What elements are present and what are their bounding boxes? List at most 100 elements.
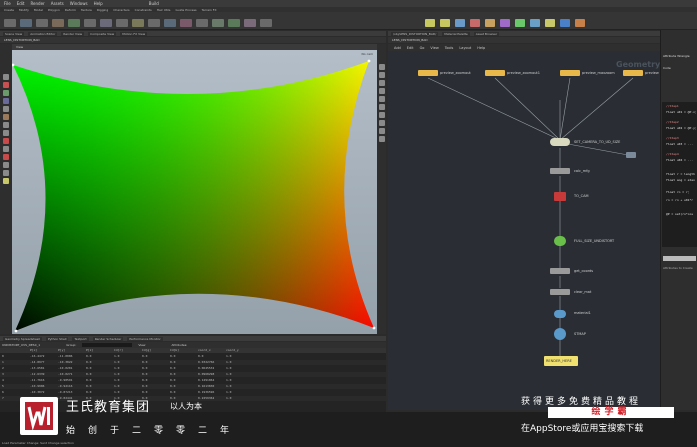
tab-geometry-spreadsheet[interactable]: Geometry Spreadsheet (3, 336, 42, 341)
shelf-tab-create[interactable]: Create (4, 8, 14, 12)
param-tab-code[interactable]: Code (663, 66, 671, 70)
viscous-tool-icon[interactable] (545, 19, 555, 27)
node-preview[interactable] (623, 70, 643, 76)
camera-icon[interactable] (3, 130, 9, 136)
node-material1[interactable] (554, 310, 566, 318)
network-menu-edit[interactable]: Edit (407, 46, 414, 50)
network-menu-view[interactable]: View (430, 46, 438, 50)
wireframe-icon[interactable] (378, 72, 385, 78)
normals-icon[interactable] (378, 96, 385, 102)
shelf-tab-characters[interactable]: Characters (113, 8, 129, 12)
line-tool-icon[interactable] (100, 19, 112, 27)
template-icon[interactable] (378, 104, 385, 110)
render-region-icon[interactable] (3, 138, 9, 144)
circle-tool-icon[interactable] (116, 19, 128, 27)
tab-asset-browser[interactable]: Asset Browser (473, 31, 500, 36)
visibility-icon[interactable] (378, 120, 385, 126)
magnet-icon[interactable] (3, 154, 9, 160)
vellum-tool-icon[interactable] (500, 19, 510, 27)
shelf-tab-rigging[interactable]: Rigging (97, 8, 108, 12)
spreadsheet-node[interactable]: UNDISTORT_UVS_DESC_1 (2, 343, 40, 347)
pyro-tool-icon[interactable] (575, 19, 585, 27)
path-tool-icon[interactable] (164, 19, 176, 27)
draw-curve-tool-icon[interactable] (148, 19, 160, 27)
file-tool-icon[interactable] (260, 19, 272, 27)
menu-edit[interactable]: Edit (17, 1, 25, 6)
shelf-tab-deform[interactable]: Deform (65, 8, 76, 12)
light-tool-icon[interactable] (440, 19, 450, 27)
camera-label[interactable]: No cam (362, 52, 373, 56)
tab-animation-editor[interactable]: Animation Editor (28, 31, 58, 36)
shelf-tab-modify[interactable]: Modify (19, 8, 29, 12)
view-label[interactable]: View (138, 343, 145, 347)
node-stmap[interactable] (554, 328, 566, 340)
group-field[interactable] (82, 343, 133, 347)
network-path[interactable]: LENS_DISTORTION_BAD (392, 38, 428, 42)
shelf-tab-terrain[interactable]: Terrain FX (202, 8, 217, 12)
tab-network-path[interactable]: /obj/LENS_DISTORTION_BAD/ (391, 31, 439, 36)
metaball-tool-icon[interactable] (244, 19, 256, 27)
pose-icon[interactable] (3, 114, 9, 120)
menu-render[interactable]: Render (30, 1, 44, 6)
shelf-tab-constraints[interactable]: Constraints (135, 8, 152, 12)
sphere-tool-icon[interactable] (20, 19, 32, 27)
shelf-tab-polygon[interactable]: Polygon (48, 8, 60, 12)
desktop-selector[interactable]: Build (149, 1, 159, 6)
lighting-icon[interactable] (378, 128, 385, 134)
node-preview-zoomout[interactable] (418, 70, 438, 76)
viewport-path[interactable]: LENS_DISTORTION_BAD (4, 38, 40, 42)
node-preview-zoomout1[interactable] (485, 70, 505, 76)
tube-tool-icon[interactable] (36, 19, 48, 27)
light-icon[interactable] (3, 178, 9, 184)
table-row[interactable]: 0 -16.4472 -11.0006 0.0 1.0 0.0 0.0 0.0 1.0 (0, 354, 386, 359)
torus-tool-icon[interactable] (52, 19, 64, 27)
ocean-tool-icon[interactable] (560, 19, 570, 27)
grid-tool-icon[interactable] (68, 19, 80, 27)
table-row[interactable]: 1 -14.8977 -10.3822 0.0 1.0 0.0 0.0 0.0322766 1.… (0, 360, 386, 365)
table-row[interactable]: 4 -11.7616 -9.98591 0.0 1.0 0.0 0.0 0.1291064 1.… (0, 378, 386, 383)
node-clear-mat[interactable] (550, 289, 570, 295)
table-row[interactable]: 3 -12.6339 -10.0271 0.0 1.0 0.0 0.0 0.0968298 1.… (0, 372, 386, 377)
network-menu-help[interactable]: Help (477, 46, 485, 50)
shelf-tab-guide[interactable]: Guide Process (175, 8, 196, 12)
tab-textport[interactable]: Textport (72, 336, 89, 341)
table-row[interactable]: 6 -10.3072 -9.87213 0.0 1.0 0.0 0.0 0.1936596 1.… (0, 390, 386, 395)
curve-tool-icon[interactable] (132, 19, 144, 27)
handle-icon[interactable] (3, 106, 9, 112)
points-icon[interactable] (378, 88, 385, 94)
param-field[interactable] (663, 256, 696, 261)
tab-motion-fx-view[interactable]: Motion FX View (120, 31, 148, 36)
rigid-tool-icon[interactable] (515, 19, 525, 27)
network-editor[interactable]: Geometry preview_zoomout preview_zoomout… (388, 60, 660, 410)
node-to-cam[interactable] (554, 192, 566, 201)
bone-icon[interactable] (3, 162, 9, 168)
node-preview-maxzoom[interactable] (560, 70, 580, 76)
node-full-size-undistort[interactable] (554, 236, 566, 246)
node-calc-mfg[interactable] (550, 168, 570, 174)
shelf-tab-hair[interactable]: Hair Utils (157, 8, 171, 12)
tab-performance-monitor[interactable]: Performance Monitor (127, 336, 163, 341)
shaded-icon[interactable] (378, 80, 385, 86)
grains-tool-icon[interactable] (485, 19, 495, 27)
menu-assets[interactable]: Assets (51, 1, 64, 6)
spray-paint-tool-icon[interactable] (180, 19, 192, 27)
fluid-tool-icon[interactable] (530, 19, 540, 27)
network-menu-tools[interactable]: Tools (445, 46, 454, 50)
tab-composite-view[interactable]: Composite View (88, 31, 117, 36)
shelf-tab-model[interactable]: Model (34, 8, 43, 12)
node-get-coords[interactable] (550, 268, 570, 274)
box-tool-icon[interactable] (4, 19, 16, 27)
move-icon[interactable] (3, 82, 9, 88)
tab-render-scheduler[interactable]: Render Scheduler (92, 336, 124, 341)
menu-help[interactable]: Help (94, 1, 103, 6)
menu-file[interactable]: File (4, 1, 11, 6)
select-icon[interactable] (3, 74, 9, 80)
tab-python-shell[interactable]: Python Shell (45, 336, 69, 341)
rotate-icon[interactable] (3, 90, 9, 96)
scale-icon[interactable] (3, 98, 9, 104)
shelf-tab-texture[interactable]: Texture (81, 8, 92, 12)
network-menu-go[interactable]: Go (420, 46, 425, 50)
particles-tool-icon[interactable] (470, 19, 480, 27)
lsystem-tool-icon[interactable] (228, 19, 240, 27)
tab-scene-view[interactable]: Scene View (3, 31, 25, 36)
